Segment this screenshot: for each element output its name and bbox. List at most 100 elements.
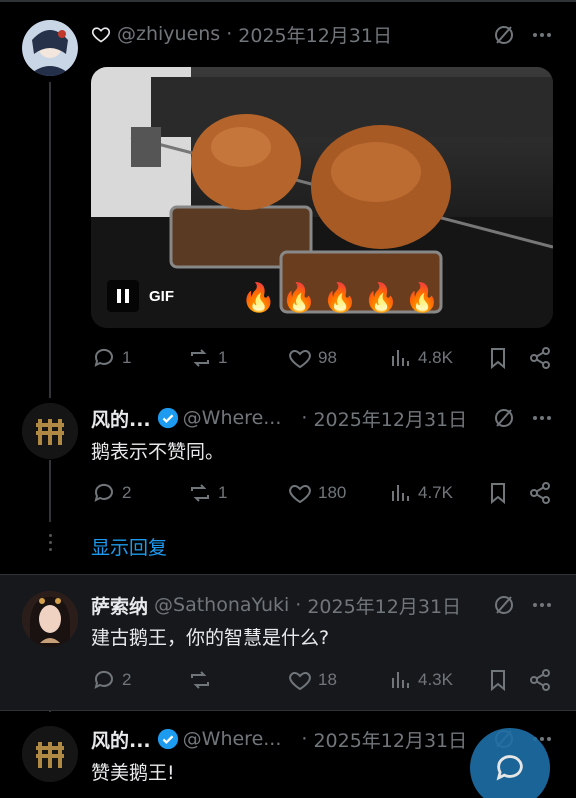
user-handle[interactable]: @SathonaYuki — [154, 594, 289, 616]
avatar[interactable] — [22, 20, 78, 76]
tweet-header: @zhiyuens · 2025年12月31日 — [91, 19, 392, 49]
bookmark-button[interactable] — [486, 343, 516, 373]
display-name[interactable]: 风的... — [91, 405, 151, 432]
bookmark-icon — [491, 348, 505, 370]
heart-icon — [289, 349, 311, 369]
avatar[interactable] — [22, 403, 78, 459]
separator: · — [301, 728, 308, 750]
repost-icon — [191, 484, 209, 502]
tweet-date[interactable]: 2025年12月31日 — [313, 726, 467, 753]
heart-outline-icon — [91, 27, 111, 43]
views-button[interactable]: 4.7K — [388, 478, 453, 508]
share-button[interactable] — [528, 665, 558, 695]
views-button[interactable]: 4.3K — [388, 665, 453, 695]
share-button[interactable] — [528, 478, 558, 508]
separator: · — [226, 23, 233, 45]
action-bar: 1 1 98 4.8K — [90, 343, 556, 373]
user-handle[interactable]: @Where... — [183, 728, 282, 750]
like-button[interactable]: 98 — [288, 343, 337, 373]
bookmark-button[interactable] — [486, 478, 516, 508]
reply-icon — [94, 670, 113, 689]
more-icon[interactable] — [530, 406, 554, 430]
bookmark-icon — [491, 483, 505, 505]
action-bar: 2 1 180 4.7K — [90, 478, 556, 508]
show-replies-link[interactable]: 显示回复 — [91, 533, 167, 560]
grok-icon[interactable] — [492, 593, 516, 617]
views-button[interactable]: 4.8K — [388, 343, 453, 373]
tweet-text: 建古鹅王，你的智慧是什么? — [91, 627, 330, 649]
repost-count: 1 — [218, 348, 228, 367]
display-name[interactable]: 风的... — [91, 726, 151, 753]
thread-line — [49, 460, 51, 522]
tweet-header: 风的... @Where... · 2025年12月31日 — [91, 724, 467, 754]
tweet-date[interactable]: 2025年12月31日 — [313, 405, 467, 432]
gif-label: GIF — [149, 287, 174, 305]
reply-count: 2 — [122, 670, 132, 689]
heart-icon — [289, 671, 311, 691]
grok-icon[interactable] — [492, 406, 516, 430]
display-name[interactable]: 萨索纳 — [91, 592, 148, 619]
header-icons — [492, 593, 554, 617]
like-count: 98 — [318, 348, 337, 367]
like-button[interactable]: 180 — [288, 478, 346, 508]
avatar[interactable] — [22, 591, 78, 647]
grok-icon[interactable] — [492, 23, 516, 47]
pause-button[interactable] — [107, 280, 139, 312]
action-bar: 2 18 4.3K — [90, 665, 556, 695]
gif-badge: GIF — [107, 280, 174, 312]
tweet-text: 赞美鹅王! — [91, 762, 175, 784]
user-handle[interactable]: @zhiyuens — [117, 23, 220, 45]
repost-icon — [191, 349, 209, 367]
share-icon — [530, 482, 550, 504]
top-divider — [0, 0, 576, 2]
like-count: 18 — [318, 670, 337, 689]
reply-icon — [94, 348, 113, 367]
heart-icon — [289, 484, 311, 504]
views-icon — [392, 485, 409, 501]
header-icons — [492, 406, 554, 430]
view-count: 4.8K — [418, 348, 453, 367]
compose-reply-button[interactable] — [470, 728, 550, 798]
view-count: 4.7K — [418, 483, 453, 502]
fire-emojis: 🔥🔥🔥🔥🔥 — [241, 281, 446, 314]
tweet-header: 萨索纳 @SathonaYuki · 2025年12月31日 — [91, 590, 461, 620]
user-handle[interactable]: @Where... — [183, 407, 282, 429]
views-icon — [392, 350, 409, 366]
reply-count: 2 — [122, 483, 132, 502]
share-icon — [530, 347, 550, 369]
share-button[interactable] — [528, 343, 558, 373]
share-icon — [530, 669, 550, 691]
repost-button[interactable]: 1 — [188, 478, 227, 508]
header-icons — [492, 23, 554, 47]
bookmark-icon — [491, 670, 505, 692]
tweet-date[interactable]: 2025年12月31日 — [307, 592, 461, 619]
bookmark-button[interactable] — [486, 665, 516, 695]
reply-bubble-icon — [496, 755, 523, 781]
tweet-date[interactable]: 2025年12月31日 — [238, 21, 392, 48]
divider — [0, 710, 576, 711]
repost-icon — [191, 671, 209, 689]
reply-button[interactable]: 2 — [92, 478, 131, 508]
separator: · — [295, 594, 302, 616]
reply-count: 1 — [122, 348, 132, 367]
avatar[interactable] — [22, 726, 78, 782]
more-icon[interactable] — [530, 593, 554, 617]
thread-line — [49, 82, 51, 398]
separator: · — [301, 407, 308, 429]
tweet-header: 风的... @Where... · 2025年12月31日 — [91, 403, 467, 433]
gif-media[interactable]: GIF 🔥🔥🔥🔥🔥 — [91, 67, 553, 328]
reply-button[interactable]: 2 — [92, 665, 131, 695]
repost-button[interactable] — [188, 665, 218, 695]
repost-count: 1 — [218, 483, 228, 502]
like-button[interactable]: 18 — [288, 665, 337, 695]
reply-button[interactable]: 1 — [92, 343, 131, 373]
verified-badge-icon — [157, 728, 178, 750]
view-count: 4.3K — [418, 670, 453, 689]
thread-dots — [47, 530, 53, 555]
verified-badge-icon — [157, 407, 178, 429]
tweet-text: 鹅表示不赞同。 — [91, 441, 225, 463]
views-icon — [392, 672, 409, 688]
more-icon[interactable] — [530, 23, 554, 47]
repost-button[interactable]: 1 — [188, 343, 227, 373]
like-count: 180 — [318, 483, 347, 502]
